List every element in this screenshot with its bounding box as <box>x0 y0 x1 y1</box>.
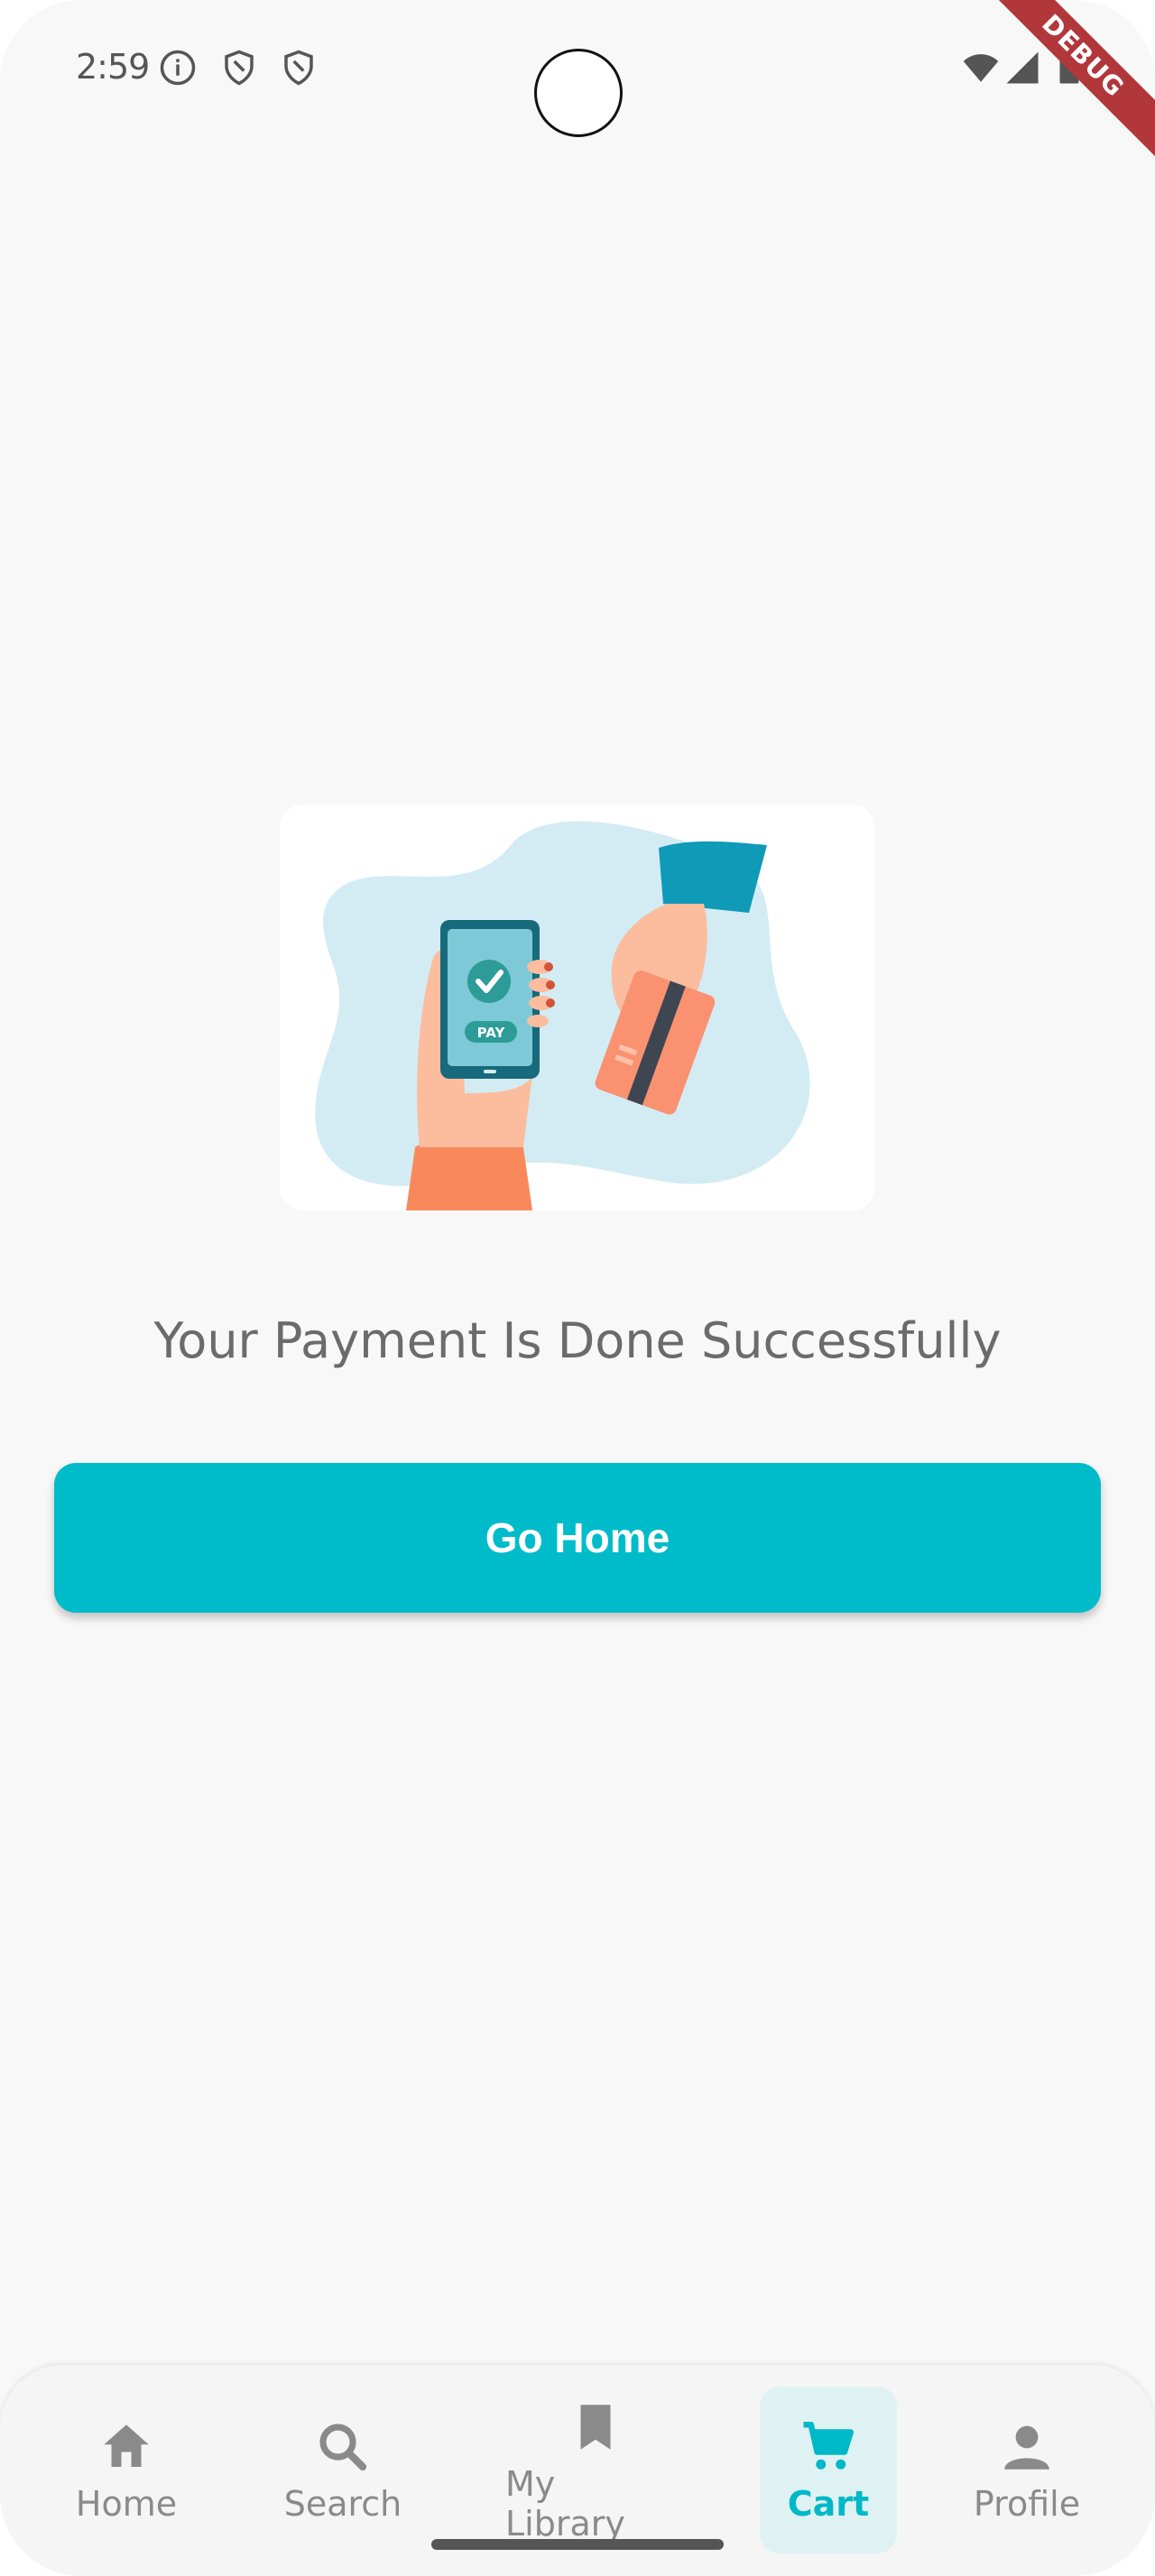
nav-label-my-library: My Library <box>505 2463 625 2544</box>
nav-item-cart[interactable]: Cart <box>760 2387 897 2553</box>
status-time: 2:59 <box>76 47 150 87</box>
nav-item-profile[interactable]: Profile <box>964 2387 1090 2553</box>
go-home-button[interactable]: Go Home <box>54 1463 1101 1613</box>
shield-icon <box>284 50 313 86</box>
nav-label-home: Home <box>75 2483 178 2524</box>
person-icon <box>1004 2425 1049 2470</box>
payment-illustration: PAY <box>280 805 875 1210</box>
cart-icon <box>803 2421 855 2470</box>
nav-label-profile: Profile <box>973 2483 1081 2524</box>
signal-icon <box>1006 51 1039 84</box>
info-icon <box>160 50 196 86</box>
pay-label: PAY <box>477 1025 506 1041</box>
payment-success-message: Your Payment Is Done Successfully <box>153 1312 1002 1369</box>
shield-icon <box>225 50 254 86</box>
nav-label-cart: Cart <box>787 2483 870 2524</box>
nav-item-my-library[interactable]: My Library <box>505 2387 686 2553</box>
bookmark-icon <box>580 2404 611 2450</box>
home-icon <box>104 2424 149 2467</box>
nav-item-search[interactable]: Search <box>271 2387 415 2553</box>
front-camera <box>534 49 623 137</box>
search-icon <box>319 2423 367 2470</box>
go-home-label: Go Home <box>485 1514 670 1561</box>
nav-label-search: Search <box>283 2483 402 2524</box>
wifi-icon <box>963 54 999 82</box>
home-indicator[interactable] <box>431 2539 724 2550</box>
nav-item-home[interactable]: Home <box>63 2387 189 2553</box>
payment-illustration-art: PAY <box>315 821 810 1210</box>
screen: 2:59 DEBUG PAY Your Payment Is Done Succ… <box>0 0 1155 2576</box>
